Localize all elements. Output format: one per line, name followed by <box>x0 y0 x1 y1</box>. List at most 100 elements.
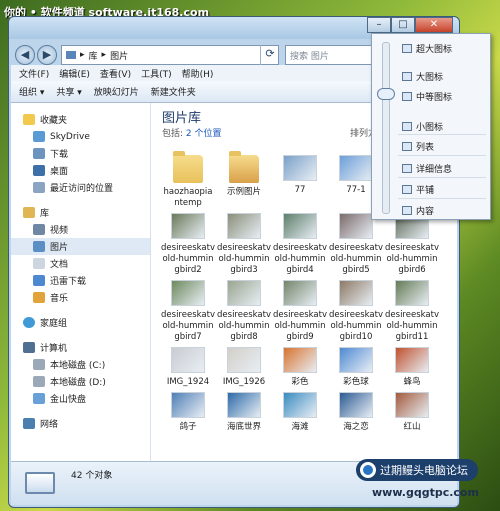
refresh-icon[interactable]: ⟳ <box>260 45 279 65</box>
kuaipan-icon <box>33 393 45 404</box>
nav-music[interactable]: 音乐 <box>11 289 150 306</box>
library-icon <box>23 207 35 218</box>
file-name: 红山 <box>403 422 421 432</box>
menu-help[interactable]: 帮助(H) <box>182 67 214 80</box>
nav-label: 网络 <box>40 420 59 430</box>
nav-downloads[interactable]: 下载 <box>11 145 150 162</box>
view-extra-large-icons[interactable]: 超大图标 <box>402 42 452 55</box>
file-tile[interactable]: desireeskatvold-hummingbird8 <box>216 280 272 343</box>
nav-pictures[interactable]: 图片 <box>11 238 150 255</box>
breadcrumb-sep-icon: ▸ <box>101 50 107 60</box>
folder-icon <box>173 151 203 183</box>
nav-label: 图片 <box>50 243 69 253</box>
nav-drive-c[interactable]: 本地磁盘 (C:) <box>11 356 150 373</box>
image-thumbnail <box>339 347 373 373</box>
file-tile[interactable]: desireeskatvold-hummingbird7 <box>160 280 216 343</box>
nav-recent[interactable]: 最近访问的位置 <box>11 179 150 196</box>
organize-button[interactable]: 组织 ▾ <box>19 85 44 98</box>
file-tile[interactable]: 77 <box>272 155 328 209</box>
file-tile[interactable]: desireeskatvold-hummingbird9 <box>272 280 328 343</box>
view-label: 小图标 <box>416 123 444 133</box>
file-tile[interactable]: 蜂鸟 <box>384 347 440 388</box>
file-tile[interactable]: desireeskatvold-hummingbird2 <box>160 213 216 276</box>
nav-desktop[interactable]: 桌面 <box>11 162 150 179</box>
view-slider-thumb[interactable] <box>377 88 395 100</box>
cloud-icon <box>33 131 45 142</box>
file-tile[interactable]: 海滩 <box>272 392 328 433</box>
drive-icon <box>33 359 45 370</box>
menu-tools[interactable]: 工具(T) <box>141 67 172 80</box>
locations-link[interactable]: 2 个位置 <box>186 129 222 139</box>
folder-icon <box>229 151 259 183</box>
maximize-button[interactable]: □ <box>391 17 415 33</box>
file-tile[interactable]: 鸽子 <box>160 392 216 433</box>
file-name: desireeskatvold-hummingbird7 <box>161 310 215 342</box>
nav-computer[interactable]: 计算机 <box>11 339 150 356</box>
view-content[interactable]: 内容 <box>402 204 434 217</box>
nav-thunder-downloads[interactable]: 迅雷下载 <box>11 272 150 289</box>
file-tile[interactable]: 彩色球 <box>328 347 384 388</box>
file-tile[interactable]: 海底世界 <box>216 392 272 433</box>
image-thumbnail <box>283 213 317 239</box>
nav-drive-d[interactable]: 本地磁盘 (D:) <box>11 373 150 390</box>
file-tile[interactable]: desireeskatvold-hummingbird3 <box>216 213 272 276</box>
file-tile[interactable]: desireeskatvold-hummingbird5 <box>328 213 384 276</box>
details-icon <box>402 164 412 173</box>
breadcrumb-pictures[interactable]: 图片 <box>110 49 128 62</box>
view-slider-track[interactable] <box>382 42 390 214</box>
view-details[interactable]: 详细信息 <box>402 162 452 175</box>
file-tile[interactable]: 海之恋 <box>328 392 384 433</box>
file-tile[interactable]: IMG_1924 <box>160 347 216 388</box>
nav-label: 计算机 <box>40 344 68 354</box>
file-tile[interactable]: desireeskatvold-hummingbird6 <box>384 213 440 276</box>
file-tile[interactable]: 彩色 <box>272 347 328 388</box>
nav-label: 本地磁盘 (C:) <box>50 361 106 371</box>
nav-label: 最近访问的位置 <box>50 184 114 194</box>
address-bar[interactable]: ▸ 库 ▸ 图片 <box>61 45 279 65</box>
image-thumbnail <box>339 280 373 306</box>
menu-edit[interactable]: 编辑(E) <box>59 67 90 80</box>
file-name: 海滩 <box>291 422 309 432</box>
file-name: desireeskatvold-hummingbird6 <box>385 243 439 275</box>
file-name: desireeskatvold-hummingbird3 <box>217 243 271 275</box>
nav-skydrive[interactable]: SkyDrive <box>11 128 150 145</box>
view-label: 内容 <box>416 207 435 217</box>
file-tile[interactable]: desireeskatvold-hummingbird4 <box>272 213 328 276</box>
image-thumbnail <box>283 392 317 418</box>
file-tile[interactable]: desireeskatvold-hummingbird10 <box>328 280 384 343</box>
file-tile[interactable]: desireeskatvold-hummingbird11 <box>384 280 440 343</box>
share-button[interactable]: 共享 ▾ <box>56 85 81 98</box>
file-tile[interactable]: 示例图片 <box>216 151 272 209</box>
nav-label: 库 <box>40 209 50 219</box>
breadcrumb-library[interactable]: 库 <box>89 49 98 62</box>
back-button[interactable]: ◀ <box>15 45 35 65</box>
view-small-icons[interactable]: 小图标 <box>402 120 443 133</box>
forward-button[interactable]: ▶ <box>37 45 57 65</box>
file-tile[interactable]: 红山 <box>384 392 440 433</box>
nav-kuaipan[interactable]: 金山快盘 <box>11 390 150 407</box>
view-large-icons[interactable]: 大图标 <box>402 70 443 83</box>
nav-documents[interactable]: 文档 <box>11 255 150 272</box>
close-button[interactable]: ✕ <box>415 17 453 33</box>
navigation-pane: 收藏夹 SkyDrive 下载 桌面 最近访问的位置 库 视频 图片 文档 迅雷… <box>11 103 151 461</box>
nav-network[interactable]: 网络 <box>11 415 150 432</box>
view-medium-icons[interactable]: 中等图标 <box>402 90 452 103</box>
file-tile[interactable]: haozhaopiantemp <box>160 151 216 209</box>
minimize-button[interactable]: – <box>367 17 391 33</box>
menu-file[interactable]: 文件(F) <box>19 67 49 80</box>
view-tiles[interactable]: 平铺 <box>402 183 434 196</box>
menu-view[interactable]: 查看(V) <box>100 67 131 80</box>
file-name: 海之恋 <box>343 422 369 432</box>
nav-videos[interactable]: 视频 <box>11 221 150 238</box>
search-input[interactable]: 搜索 图片 <box>285 45 379 65</box>
file-tile[interactable]: IMG_1926 <box>216 347 272 388</box>
file-name: desireeskatvold-hummingbird5 <box>329 243 383 275</box>
nav-homegroup[interactable]: 家庭组 <box>11 314 150 331</box>
desktop-icon <box>33 165 45 176</box>
view-list[interactable]: 列表 <box>402 140 434 153</box>
slideshow-button[interactable]: 放映幻灯片 <box>94 85 139 98</box>
nav-favorites[interactable]: 收藏夹 <box>11 111 150 128</box>
nav-label: 音乐 <box>50 294 69 304</box>
nav-library[interactable]: 库 <box>11 204 150 221</box>
new-folder-button[interactable]: 新建文件夹 <box>151 85 196 98</box>
